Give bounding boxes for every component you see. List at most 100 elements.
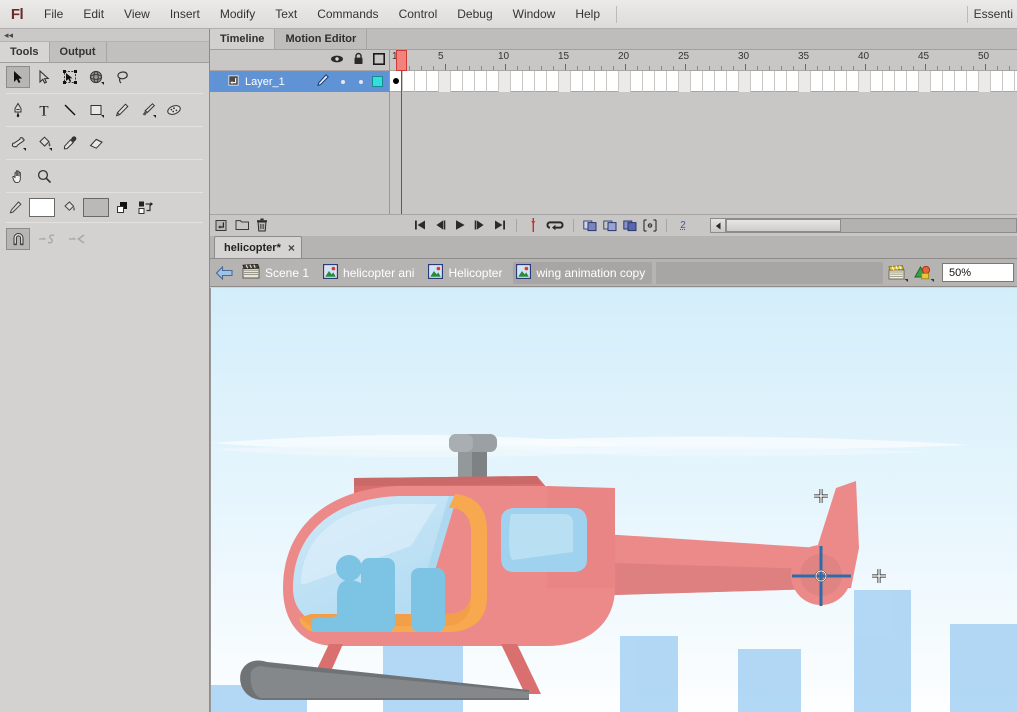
timeline-frame-cell[interactable] [955,71,967,92]
document-tab-helicopter[interactable]: helicopter* × [214,236,302,258]
rectangle-tool-button[interactable] [84,99,108,121]
timeline-layer-row[interactable]: Layer_1 [210,71,389,92]
timeline-frame-cell[interactable] [427,71,439,92]
timeline-frame-cell[interactable] [895,71,907,92]
scroll-track[interactable] [726,218,1017,233]
timeline-frame-cell[interactable] [679,71,691,92]
timeline-frame-cell[interactable] [499,71,511,92]
timeline-frame-cell[interactable] [415,71,427,92]
timeline-frame-cell[interactable] [523,71,535,92]
layer-outline-color[interactable] [372,76,383,87]
timeline-frame-cell[interactable] [511,71,523,92]
first-frame-icon[interactable] [412,217,428,233]
timeline-frame-cell[interactable] [763,71,775,92]
timeline-frame-cell[interactable] [727,71,739,92]
new-folder-icon[interactable] [234,217,250,233]
tab-motion-editor[interactable]: Motion Editor [275,29,367,49]
modify-onion-markers-icon[interactable] [642,217,658,233]
scroll-thumb[interactable] [726,219,841,232]
timeline-frame-cell[interactable] [619,71,631,92]
timeline-frame-cell[interactable] [439,71,451,92]
stroke-color-swatch[interactable] [29,198,55,217]
text-tool-button[interactable]: T [32,99,56,121]
menu-view[interactable]: View [114,0,160,29]
timeline-frame-cell[interactable] [631,71,643,92]
menu-commands[interactable]: Commands [307,0,388,29]
free-transform-tool-button[interactable] [58,66,82,88]
breadcrumb-scene-1[interactable]: Scene 1 [239,262,316,284]
edit-symbols-icon[interactable] [913,262,935,284]
timeline-frame-cell[interactable] [451,71,463,92]
zoom-level-input[interactable]: 50% [942,263,1014,282]
timeline-frame-cell[interactable] [871,71,883,92]
timeline-frame-cell[interactable] [1003,71,1015,92]
timeline-frame-cell[interactable] [655,71,667,92]
scroll-left-arrow[interactable] [710,218,726,233]
tab-tools[interactable]: Tools [0,42,50,62]
menu-file[interactable]: File [34,0,73,29]
timeline-frame-cell[interactable] [475,71,487,92]
timeline-frame-cell[interactable] [463,71,475,92]
layer-lock-toggle[interactable] [359,80,363,84]
timeline-frame-cell[interactable] [739,71,751,92]
breadcrumb-helicopter-ani[interactable]: helicopter ani [320,262,421,284]
new-layer-icon[interactable] [214,217,230,233]
back-arrow-icon[interactable] [213,262,235,284]
breadcrumb-wing-animation-copy[interactable]: wing animation copy [513,262,652,284]
outline-square-icon[interactable] [373,53,385,68]
menu-help[interactable]: Help [565,0,610,29]
timeline-frame-cell[interactable] [943,71,955,92]
menu-control[interactable]: Control [389,0,448,29]
timeline-ruler[interactable]: 1 51015202530354045505560657075 [390,50,1017,71]
subselection-tool-button[interactable] [32,66,56,88]
lock-icon[interactable] [353,52,364,68]
fill-color-swatch[interactable] [83,198,109,217]
paint-bucket-tool-button[interactable] [32,132,56,154]
selection-tool-button[interactable] [6,66,30,88]
delete-icon[interactable] [254,217,270,233]
timeline-frame-cell[interactable] [859,71,871,92]
timeline-frame-cell[interactable] [775,71,787,92]
timeline-frame-cell[interactable] [559,71,571,92]
swap-colors-button[interactable] [137,199,155,217]
pen-tool-button[interactable] [6,99,30,121]
eraser-tool-button[interactable] [84,132,108,154]
workspace-switcher[interactable]: Essenti [974,7,1017,21]
breadcrumb-helicopter[interactable]: Helicopter [425,262,509,284]
timeline-frame-cell[interactable] [919,71,931,92]
timeline-frame-cell[interactable] [547,71,559,92]
straighten-option-button[interactable] [66,228,90,250]
timeline-frame-cell[interactable] [595,71,607,92]
center-frame-icon[interactable] [525,217,541,233]
timeline-frame-cell[interactable] [847,71,859,92]
zoom-tool-button[interactable] [32,165,56,187]
timeline-frame-cell[interactable] [931,71,943,92]
timeline-frame-cell[interactable] [643,71,655,92]
timeline-frame-cell[interactable] [787,71,799,92]
timeline-frame-cell[interactable] [403,71,415,92]
hand-tool-button[interactable] [6,165,30,187]
timeline-frame-cell[interactable] [823,71,835,92]
layer-name-label[interactable]: Layer_1 [245,76,316,88]
tab-timeline[interactable]: Timeline [210,29,275,49]
last-frame-icon[interactable] [492,217,508,233]
current-frame-value[interactable]: 2 [675,220,691,231]
deco-tool-button[interactable] [162,99,186,121]
play-icon[interactable] [452,217,468,233]
tab-output[interactable]: Output [50,42,107,62]
timeline-frame-cell[interactable] [607,71,619,92]
snap-to-objects-button[interactable] [6,228,30,250]
layer-visibility-toggle[interactable] [341,80,345,84]
timeline-keyframe[interactable] [393,78,399,84]
timeline-frame-cell[interactable] [703,71,715,92]
menu-text[interactable]: Text [265,0,307,29]
timeline-frame-cell[interactable] [667,71,679,92]
black-and-white-button[interactable] [114,199,132,217]
brush-tool-button[interactable] [136,99,160,121]
panel-collapse-button[interactable]: ◂◂ [0,29,209,42]
timeline-frame-cell[interactable] [715,71,727,92]
bone-tool-button[interactable] [6,132,30,154]
smooth-option-button[interactable] [36,228,60,250]
onion-skin-icon[interactable] [582,217,598,233]
timeline-frame-cell[interactable] [991,71,1003,92]
